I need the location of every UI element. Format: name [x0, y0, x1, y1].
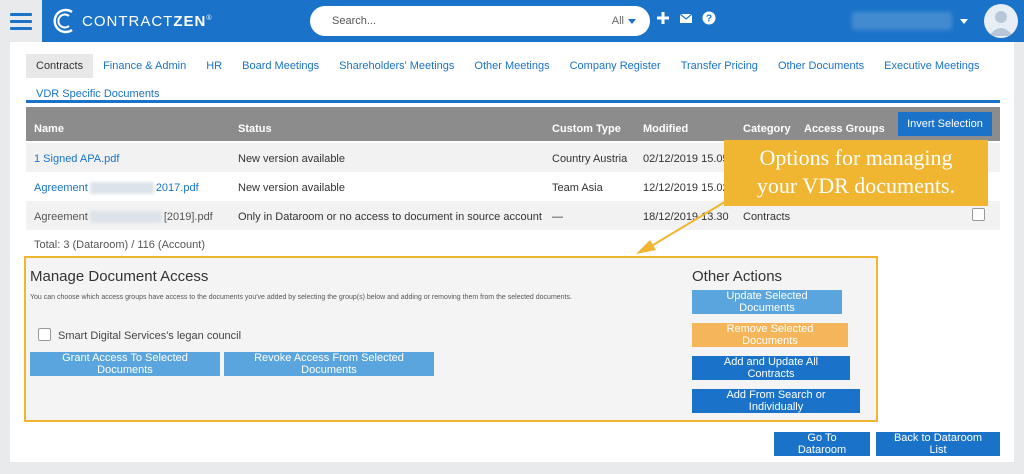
- plus-icon[interactable]: [656, 11, 670, 25]
- document-name-part: 2017.pdf: [155, 182, 199, 194]
- redacted-text: [89, 182, 154, 195]
- document-name-part: [2019].pdf: [163, 211, 213, 223]
- question-icon[interactable]: ?: [702, 11, 716, 25]
- row-status: New version available: [238, 153, 345, 165]
- registered-mark: ®: [206, 14, 213, 22]
- tab-bar: Contracts Finance & Admin HR Board Meeti…: [26, 54, 1016, 106]
- row-modified: 12/12/2019 15.02: [643, 182, 729, 194]
- row-status: Only in Dataroom or no access to documen…: [238, 211, 542, 223]
- row-modified: 18/12/2019 13.30: [643, 211, 729, 223]
- user-menu-chevron-icon[interactable]: [960, 19, 968, 24]
- col-custom-type[interactable]: Custom Type: [552, 123, 621, 135]
- row-custom-type: Country Austria: [552, 153, 628, 165]
- remove-selected-documents-button[interactable]: Remove Selected Documents: [692, 323, 848, 347]
- avatar[interactable]: [984, 4, 1018, 38]
- tab-other-documents[interactable]: Other Documents: [768, 54, 874, 78]
- tab-other-meetings[interactable]: Other Meetings: [464, 54, 559, 78]
- tab-executive-meetings[interactable]: Executive Meetings: [874, 54, 989, 78]
- back-to-dataroom-list-button[interactable]: Back to Dataroom List: [876, 432, 1000, 456]
- row-custom-type: Team Asia: [552, 182, 603, 194]
- logo-text-light: CONTRACT: [82, 12, 174, 30]
- tab-underline: [26, 100, 1000, 103]
- add-update-all-contracts-button[interactable]: Add and Update All Contracts: [692, 356, 850, 380]
- row-custom-type: —: [552, 211, 563, 223]
- chevron-down-icon[interactable]: [628, 18, 636, 24]
- search-bar[interactable]: All: [310, 6, 650, 36]
- table-total: Total: 3 (Dataroom) / 116 (Account): [34, 239, 205, 251]
- tab-contracts[interactable]: Contracts: [26, 54, 94, 78]
- manage-title: Manage Document Access: [30, 268, 209, 285]
- document-link[interactable]: 1 Signed APA.pdf: [34, 153, 119, 165]
- callout-line-2: your VDR documents.: [756, 173, 956, 198]
- logo-text-bold: ZEN: [173, 12, 207, 30]
- top-bar: CONTRACTZEN® All ?: [0, 0, 1024, 42]
- col-category[interactable]: Category: [743, 123, 791, 135]
- tab-finance-admin[interactable]: Finance & Admin: [93, 54, 196, 78]
- update-selected-documents-button[interactable]: Update Selected Documents: [692, 290, 842, 314]
- manage-document-access-box: Manage Document Access You can choose wh…: [24, 256, 878, 422]
- manage-description: You can choose which access groups have …: [30, 294, 572, 301]
- search-input[interactable]: [332, 15, 612, 27]
- callout-line-1: Options for managing: [759, 145, 953, 170]
- svg-text:?: ?: [706, 14, 712, 25]
- add-from-search-button[interactable]: Add From Search or Individually: [692, 389, 860, 413]
- row-checkbox[interactable]: [972, 208, 985, 221]
- search-scope-select[interactable]: All: [612, 15, 624, 27]
- revoke-access-button[interactable]: Revoke Access From Selected Documents: [224, 352, 434, 376]
- document-name-part: Agreement: [34, 182, 88, 194]
- row-modified: 02/12/2019 15.05: [643, 153, 729, 165]
- access-group-checkbox[interactable]: [38, 328, 51, 341]
- go-to-dataroom-button[interactable]: Go To Dataroom: [774, 432, 870, 456]
- tab-hr[interactable]: HR: [196, 54, 232, 78]
- tab-shareholders-meetings[interactable]: Shareholders' Meetings: [329, 54, 464, 78]
- contractzen-logo-icon: [53, 8, 73, 34]
- redacted-text: [89, 211, 162, 224]
- col-modified[interactable]: Modified: [643, 123, 688, 135]
- col-name[interactable]: Name: [34, 123, 64, 135]
- col-status[interactable]: Status: [238, 123, 272, 135]
- invert-selection-button[interactable]: Invert Selection: [898, 112, 992, 136]
- annotation-callout: Options for managing your VDR documents.: [724, 140, 988, 206]
- logo[interactable]: CONTRACTZEN®: [50, 6, 213, 36]
- menu-icon[interactable]: [0, 0, 42, 42]
- tab-transfer-pricing[interactable]: Transfer Pricing: [671, 54, 768, 78]
- tab-company-register[interactable]: Company Register: [560, 54, 671, 78]
- tab-board-meetings[interactable]: Board Meetings: [232, 54, 329, 78]
- user-name-blurred[interactable]: [852, 12, 952, 30]
- access-group-label: Smart Digital Services's legan council: [58, 330, 242, 342]
- col-access-groups[interactable]: Access Groups: [804, 123, 885, 135]
- document-link[interactable]: Agreement 2017.pdf: [34, 182, 199, 195]
- other-actions-title: Other Actions: [692, 268, 783, 285]
- row-status: New version available: [238, 182, 345, 194]
- row-category: Contracts: [743, 211, 791, 223]
- envelope-icon[interactable]: [679, 11, 693, 25]
- grant-access-button[interactable]: Grant Access To Selected Documents: [30, 352, 220, 376]
- table-header: Name Status Custom Type Modified Categor…: [26, 107, 1000, 141]
- document-name-part: Agreement: [34, 211, 88, 223]
- document-name: Agreement [2019].pdf: [34, 211, 213, 224]
